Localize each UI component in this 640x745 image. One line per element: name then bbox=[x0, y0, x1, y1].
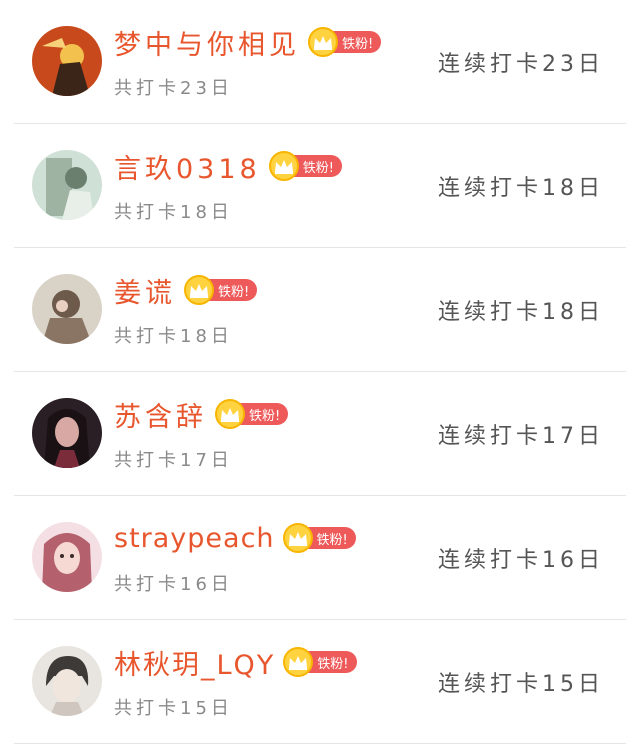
avatar[interactable] bbox=[32, 150, 102, 220]
total-checkins: 共打卡17日 bbox=[114, 450, 233, 471]
total-checkins: 共打卡15日 bbox=[114, 698, 233, 719]
list-item[interactable]: 林秋玥_LQY 铁粉! 共打卡15日 连续打卡15日 bbox=[0, 620, 640, 744]
streak-checkins: 连续打卡16日 bbox=[438, 548, 604, 573]
crown-icon bbox=[282, 523, 313, 553]
crown-icon bbox=[184, 275, 214, 305]
streak-checkins: 连续打卡23日 bbox=[438, 52, 604, 77]
total-checkins: 共打卡16日 bbox=[114, 574, 233, 595]
avatar-image bbox=[32, 26, 102, 96]
avatar-image bbox=[32, 522, 102, 592]
avatar-image bbox=[32, 274, 102, 344]
total-checkins: 共打卡18日 bbox=[114, 202, 233, 223]
avatar-image bbox=[32, 646, 102, 716]
member-name[interactable]: straypeach bbox=[114, 523, 275, 554]
avatar[interactable] bbox=[32, 646, 102, 716]
divider bbox=[14, 743, 626, 744]
avatar-image bbox=[32, 150, 102, 220]
crown-icon bbox=[215, 399, 245, 429]
member-name[interactable]: 林秋玥_LQY bbox=[114, 643, 275, 682]
avatar[interactable] bbox=[32, 274, 102, 344]
streak-checkins: 连续打卡18日 bbox=[438, 300, 604, 325]
fan-badge: 铁粉! bbox=[308, 27, 382, 57]
list-item[interactable]: 言玖0318 铁粉! 共打卡18日 连续打卡18日 bbox=[0, 124, 640, 248]
streak-checkins: 连续打卡18日 bbox=[438, 176, 604, 201]
fan-badge: 铁粉! bbox=[268, 151, 342, 181]
avatar[interactable] bbox=[32, 398, 102, 468]
member-name[interactable]: 苏含辞 bbox=[114, 395, 207, 434]
member-name[interactable]: 姜谎 bbox=[114, 271, 176, 310]
crown-icon bbox=[308, 27, 338, 57]
avatar[interactable] bbox=[32, 522, 102, 592]
list-item[interactable]: 苏含辞 铁粉! 共打卡17日 连续打卡17日 bbox=[0, 372, 640, 496]
avatar[interactable] bbox=[32, 26, 102, 96]
list-item[interactable]: 姜谎 铁粉! 共打卡18日 连续打卡18日 bbox=[0, 248, 640, 372]
crown-icon bbox=[268, 151, 299, 181]
total-checkins: 共打卡23日 bbox=[114, 78, 233, 99]
streak-checkins: 连续打卡15日 bbox=[438, 672, 604, 697]
total-checkins: 共打卡18日 bbox=[114, 326, 233, 347]
member-name[interactable]: 梦中与你相见 bbox=[114, 23, 300, 62]
fan-badge: 铁粉! bbox=[215, 399, 289, 429]
fan-badge: 铁粉! bbox=[184, 275, 258, 305]
avatar-image bbox=[32, 398, 102, 468]
fan-badge: 铁粉! bbox=[283, 647, 357, 677]
fan-badge: 铁粉! bbox=[282, 523, 356, 553]
member-name[interactable]: 言玖0318 bbox=[114, 147, 261, 186]
checkin-ranking-list: 梦中与你相见 铁粉! 共打卡23日 连续打卡23日 言玖0318 铁粉! 共打卡… bbox=[0, 0, 640, 745]
list-item[interactable]: straypeach 铁粉! 共打卡16日 连续打卡16日 bbox=[0, 496, 640, 620]
streak-checkins: 连续打卡17日 bbox=[438, 424, 604, 449]
list-item[interactable]: 梦中与你相见 铁粉! 共打卡23日 连续打卡23日 bbox=[0, 0, 640, 124]
